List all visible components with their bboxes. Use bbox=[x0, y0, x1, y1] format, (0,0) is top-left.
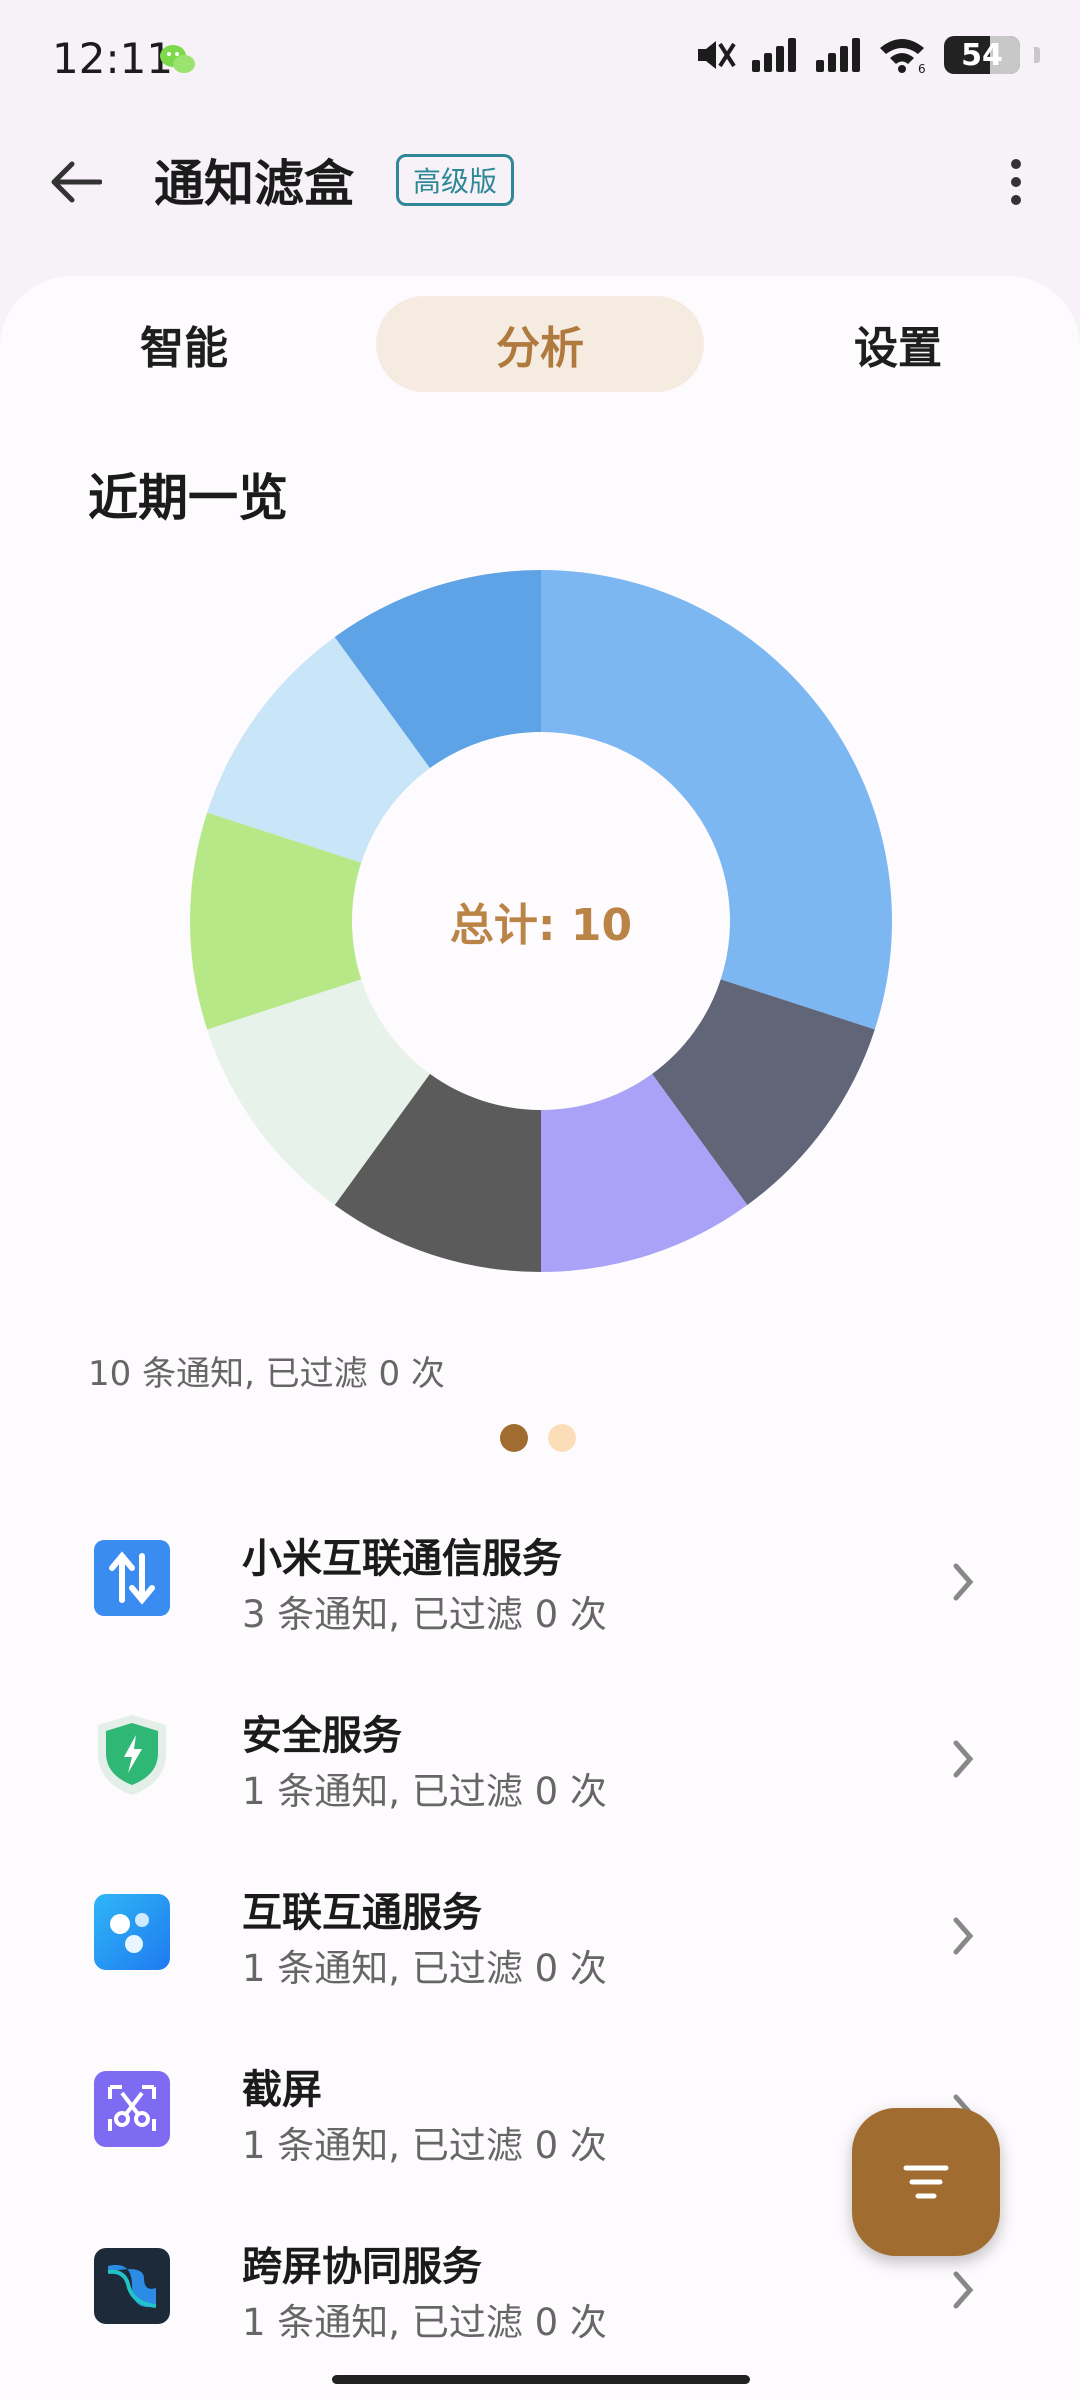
list-item[interactable]: 互联互通服务 1 条通知, 已过滤 0 次 bbox=[0, 1852, 1080, 2029]
security-shield-icon bbox=[94, 1715, 170, 1795]
cross-screen-icon bbox=[94, 2248, 170, 2324]
chevron-right-icon bbox=[953, 2271, 974, 2309]
svg-text:6: 6 bbox=[918, 62, 926, 74]
app-count: 3 条通知, 已过滤 0 次 bbox=[242, 1593, 607, 1636]
section-title: 近期一览 bbox=[88, 469, 288, 527]
list-item[interactable]: 小米互联通信服务 3 条通知, 已过滤 0 次 bbox=[0, 1498, 1080, 1675]
app-name: 跨屏协同服务 bbox=[242, 2244, 482, 2290]
summary-text: 10 条通知, 已过滤 0 次 bbox=[88, 1354, 445, 1394]
status-time: 12:11 bbox=[52, 34, 174, 83]
app-count: 1 条通知, 已过滤 0 次 bbox=[242, 1770, 607, 1813]
back-button[interactable] bbox=[40, 146, 112, 218]
app-count: 1 条通知, 已过滤 0 次 bbox=[242, 1947, 607, 1990]
app-name: 截屏 bbox=[242, 2067, 322, 2113]
screenshot-icon bbox=[94, 2071, 170, 2147]
sort-fab-button[interactable] bbox=[852, 2108, 1000, 2256]
chevron-right-icon bbox=[953, 1917, 974, 1955]
wechat-notification-icon bbox=[158, 42, 198, 82]
donut-total-label: 总计: 10 bbox=[449, 900, 633, 951]
app-name: 互联互通服务 bbox=[242, 1890, 482, 1936]
data-transfer-icon bbox=[94, 1540, 170, 1616]
page-indicator bbox=[500, 1424, 576, 1452]
battery-level: 54 bbox=[961, 37, 1003, 73]
status-icons: 6 54 bbox=[694, 36, 1040, 74]
signal-icon-1 bbox=[752, 38, 796, 72]
app-name: 安全服务 bbox=[242, 1713, 402, 1759]
list-item[interactable]: 安全服务 1 条通知, 已过滤 0 次 bbox=[0, 1675, 1080, 1852]
status-bar: 12:11 6 54 bbox=[0, 0, 1080, 120]
more-vertical-icon bbox=[1011, 159, 1021, 169]
gesture-bar bbox=[332, 2375, 750, 2384]
tab-analysis[interactable]: 分析 bbox=[376, 296, 704, 392]
wifi-icon: 6 bbox=[880, 39, 926, 74]
app-count: 1 条通知, 已过滤 0 次 bbox=[242, 2301, 607, 2344]
interconnect-icon bbox=[94, 1894, 170, 1970]
content-sheet: 智能 分析 设置 近期一览 总计: 10 10 条通知, 已过滤 0 次 小米互… bbox=[0, 276, 1080, 2400]
tab-smart[interactable]: 智能 bbox=[76, 296, 292, 392]
signal-icon-2 bbox=[816, 38, 860, 72]
app-name: 小米互联通信服务 bbox=[242, 1536, 562, 1582]
mute-icon bbox=[698, 41, 736, 69]
arrow-left-icon bbox=[51, 161, 102, 203]
chevron-right-icon bbox=[953, 1563, 974, 1601]
app-title: 通知滤盒 bbox=[154, 155, 354, 213]
page-dot[interactable] bbox=[548, 1424, 576, 1452]
chevron-right-icon bbox=[953, 1740, 974, 1778]
sort-icon bbox=[903, 2165, 949, 2199]
app-bar: 通知滤盒 高级版 bbox=[0, 120, 1080, 240]
page-dot-active[interactable] bbox=[500, 1424, 528, 1452]
pro-badge: 高级版 bbox=[396, 154, 515, 206]
app-count: 1 条通知, 已过滤 0 次 bbox=[242, 2124, 607, 2167]
tab-bar: 智能 分析 设置 bbox=[0, 296, 1080, 396]
battery-icon: 54 bbox=[944, 36, 1020, 74]
tab-settings[interactable]: 设置 bbox=[790, 296, 1006, 392]
more-options-button[interactable] bbox=[986, 146, 1046, 218]
